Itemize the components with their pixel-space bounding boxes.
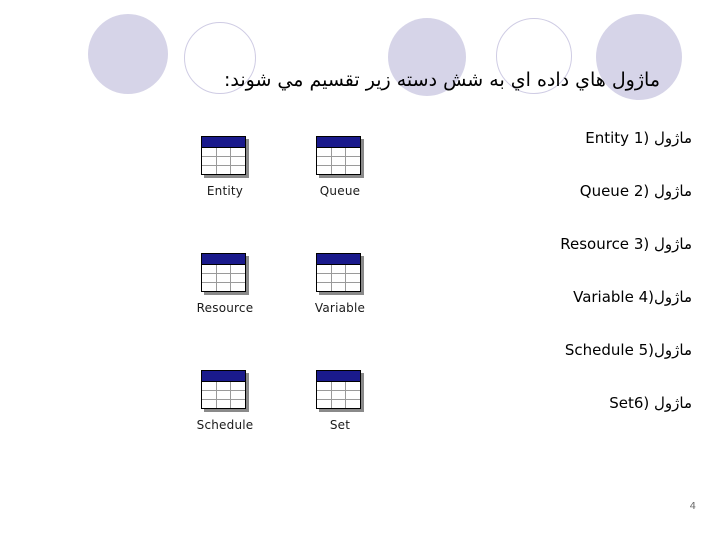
module-icon-grid: Entity Queue Resource Variable Schedule … xyxy=(160,136,400,466)
module-icon-set[interactable]: Set xyxy=(285,370,395,432)
module-icon-label: Schedule xyxy=(196,418,254,432)
table-icon xyxy=(316,136,364,178)
table-icon xyxy=(201,253,249,295)
list-item: ماژول (1 Entity xyxy=(585,129,692,147)
list-item: ماژول(5 Schedule xyxy=(564,341,692,359)
module-list: ماژول (1 Entity ماژول (2 Queue ماژول (3 … xyxy=(392,128,692,446)
module-icon-variable[interactable]: Variable xyxy=(285,253,395,315)
module-icon-label: Set xyxy=(329,418,351,432)
module-icon-resource[interactable]: Resource xyxy=(170,253,280,315)
list-item: ماژول(4 Variable xyxy=(573,288,692,306)
module-icon-label: Variable xyxy=(314,301,366,315)
circle-band-decoration xyxy=(0,0,720,120)
module-icon-schedule[interactable]: Schedule xyxy=(170,370,280,432)
table-icon xyxy=(201,136,249,178)
list-item: ماژول (2 Queue xyxy=(579,182,692,200)
page-number: 4 xyxy=(689,501,696,512)
module-icon-label: Entity xyxy=(206,184,244,198)
module-icon-label: Resource xyxy=(196,301,254,315)
module-icon-queue[interactable]: Queue xyxy=(285,136,395,198)
list-item: ماژول (Set6 xyxy=(609,394,692,412)
slide-title: ماژول هاي داده اي به شش دسته زير تقسيم م… xyxy=(223,69,660,91)
slide-canvas: ماژول هاي داده اي به شش دسته زير تقسيم م… xyxy=(0,0,720,540)
table-icon xyxy=(316,253,364,295)
list-item: ماژول (3 Resource xyxy=(560,235,692,253)
module-icon-label: Queue xyxy=(319,184,361,198)
table-icon xyxy=(201,370,249,412)
table-icon xyxy=(316,370,364,412)
module-icon-entity[interactable]: Entity xyxy=(170,136,280,198)
